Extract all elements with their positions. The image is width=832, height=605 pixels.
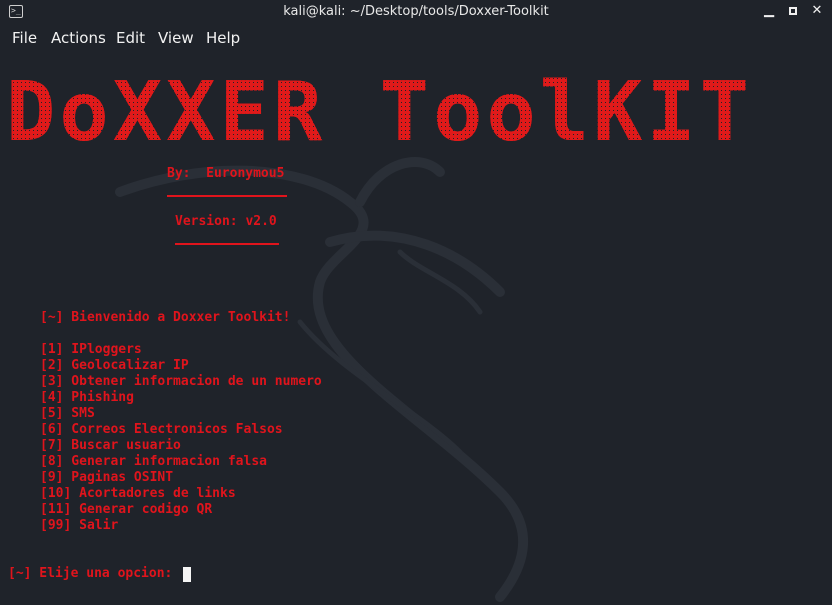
menu-option: [2] Geolocalizar IP xyxy=(40,358,189,373)
menu-option: [99] Salir xyxy=(40,518,119,533)
welcome-line: [~] Bienvenido a Doxxer Toolkit! xyxy=(40,310,291,325)
terminal-area[interactable]: DoXXER ToolKIT By: Euronymou5 Version: v… xyxy=(0,52,832,605)
minimize-button[interactable]: ▁ xyxy=(762,3,776,19)
close-button[interactable]: ✕ xyxy=(810,3,824,19)
window-title: kali@kali: ~/Desktop/tools/Doxxer-Toolki… xyxy=(283,4,549,19)
menu-option: [11] Generar codigo QR xyxy=(40,502,213,517)
title-bar: >_ kali@kali: ~/Desktop/tools/Doxxer-Too… xyxy=(0,0,832,24)
author-underline xyxy=(167,195,287,197)
menu-option: [3] Obtener informacion de un numero xyxy=(40,374,322,389)
menu-option: [5] SMS xyxy=(40,406,95,421)
menu-edit[interactable]: Edit xyxy=(116,29,145,47)
menu-help[interactable]: Help xyxy=(206,29,240,47)
menu-option: [6] Correos Electronicos Falsos xyxy=(40,422,283,437)
version-line: Version: v2.0 xyxy=(175,214,277,229)
menu-actions[interactable]: Actions xyxy=(51,29,106,47)
menu-option: [4] Phishing xyxy=(40,390,134,405)
toolkit-banner: DoXXER ToolKIT xyxy=(6,65,754,160)
menu-view[interactable]: View xyxy=(158,29,194,47)
menu-option: [1] IPloggers xyxy=(40,342,142,357)
maximize-icon xyxy=(789,6,797,15)
version-underline xyxy=(175,243,279,245)
author-line: By: Euronymou5 xyxy=(167,166,285,181)
menu-file[interactable]: File xyxy=(12,29,37,47)
maximize-button[interactable] xyxy=(786,3,800,19)
input-prompt: [~] Elije una opcion: xyxy=(8,566,181,581)
menu-option: [9] Paginas OSINT xyxy=(40,470,174,485)
menu-option: [7] Buscar usuario xyxy=(40,438,181,453)
menu-option: [10] Acortadores de links xyxy=(40,486,236,501)
menu-option: [8] Generar informacion falsa xyxy=(40,454,267,469)
text-cursor[interactable] xyxy=(183,567,191,582)
menu-bar: File Actions Edit View Help xyxy=(0,24,832,52)
